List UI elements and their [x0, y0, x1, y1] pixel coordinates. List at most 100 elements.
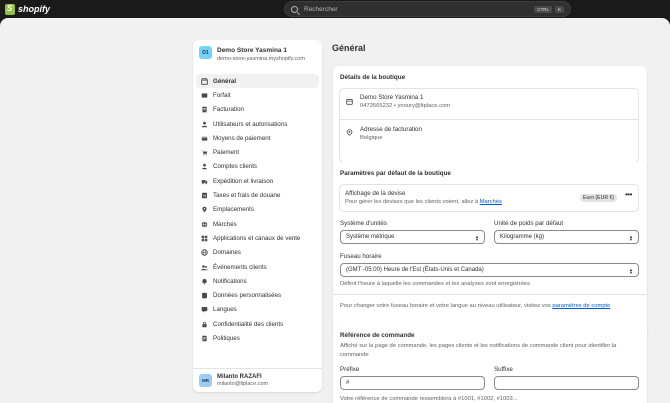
details-store-contact: 0473565232 • ynoury@ltplace.com	[360, 103, 451, 109]
sidebar-item-events[interactable]: Événements clients	[196, 260, 319, 274]
order-reference-desc: Affiché sur la page de commande, les pag…	[340, 343, 617, 358]
svg-text:%: %	[203, 194, 206, 198]
currency-title: Affichage de la devise	[345, 190, 406, 197]
order-reference-card: Référence de commande Affiché sur la pag…	[333, 324, 647, 403]
shortcut-key-k: K	[554, 5, 564, 13]
sidebar-item-label: Expédition et livraison	[213, 177, 274, 185]
sidebar-item-domain[interactable]: Domaines	[196, 246, 319, 260]
globe-icon	[201, 221, 208, 228]
sidebar-item-location[interactable]: Emplacements	[196, 203, 319, 217]
location-pin-icon	[346, 129, 353, 136]
lock-icon	[201, 321, 208, 328]
sidebar-item-label: Langues	[213, 306, 237, 314]
sidebar-item-label: Forfait	[213, 91, 231, 99]
sidebar-item-label: Général	[213, 77, 237, 85]
payment-methods-icon	[201, 135, 208, 142]
sidebar-item-globe[interactable]: Marchés	[196, 217, 319, 231]
sidebar-item-apps[interactable]: Applications et canaux de vente	[196, 231, 319, 245]
search-bar[interactable]: Rechercher CTRL K	[284, 1, 571, 17]
sidebar-item-payment-methods[interactable]: Moyens de paiement	[196, 131, 319, 145]
tax-icon: %	[201, 192, 208, 199]
account-note-row: Pour changer votre fuseau horaire et vot…	[340, 303, 610, 309]
weight-unit-select[interactable]: Kilogramme (kg) ▲ ▼	[494, 230, 639, 244]
account-settings-link[interactable]: paramètres de compte	[552, 303, 610, 309]
location-icon	[201, 206, 208, 213]
select-chevron-icon: ▲ ▼	[629, 266, 633, 275]
timezone-value: (GMT -05:00) Heure de l'Est (États-Unis …	[346, 267, 484, 273]
store-details-title: Détails de la boutique	[340, 74, 406, 81]
shopify-logo[interactable]: shopify	[5, 3, 50, 15]
store-defaults-title: Paramètres par défaut de la boutique	[340, 170, 451, 177]
store-icon	[346, 98, 353, 105]
sidebar-item-plan[interactable]: Forfait	[196, 88, 319, 102]
unit-system-value: Système métrique	[346, 234, 395, 240]
sidebar-item-label: Moyens de paiement	[213, 134, 271, 142]
details-divider	[340, 119, 638, 120]
sidebar-item-lock[interactable]: Confidentialité des clients	[196, 317, 319, 331]
more-actions-icon[interactable]: •••	[625, 190, 632, 199]
sidebar-item-label: Événements clients	[213, 263, 267, 271]
sidebar-item-language[interactable]: Langues	[196, 303, 319, 317]
settings-sidebar: D1 Demo Store Yasmina 1 demo-store-yasmi…	[193, 40, 322, 392]
timezone-select[interactable]: (GMT -05:00) Heure de l'Est (États-Unis …	[340, 263, 639, 277]
billing-address-label: Adresse de facturation	[360, 126, 422, 133]
store-url: demo-store-yasmina.myshopify.com	[217, 56, 305, 62]
sidebar-item-label: Facturation	[213, 106, 244, 114]
store-details-card: Détails de la boutique Demo Store Yasmin…	[333, 66, 647, 169]
weight-unit-value: Kilogramme (kg)	[500, 234, 545, 240]
markets-link[interactable]: Marchés	[480, 199, 502, 205]
unit-system-select[interactable]: Système métrique ▲ ▼	[340, 230, 485, 244]
currency-desc-row: Pour gérer les devises que les clients v…	[345, 199, 502, 205]
sidebar-item-users[interactable]: Utilisateurs et autorisations	[196, 117, 319, 131]
sidebar-item-cart[interactable]: Paiement	[196, 145, 319, 159]
sidebar-item-tax[interactable]: % Taxes et frais de douane	[196, 188, 319, 202]
apps-icon	[201, 235, 208, 242]
sidebar-item-data[interactable]: Données personnalisées	[196, 288, 319, 302]
customer-icon	[201, 163, 208, 170]
sidebar-item-label: Applications et canaux de vente	[213, 234, 301, 242]
sidebar-item-store[interactable]: Général	[196, 74, 319, 89]
page-title: Général	[332, 43, 366, 53]
sidebar-item-label: Utilisateurs et autorisations	[213, 120, 288, 128]
sidebar-item-label: Taxes et frais de douane	[213, 192, 281, 200]
details-store-name: Demo Store Yasmina 1	[360, 94, 424, 101]
suffix-label: Suffixe	[494, 366, 513, 373]
sidebar-item-customer[interactable]: Comptes clients	[196, 160, 319, 174]
suffix-input[interactable]	[494, 376, 639, 390]
billing-icon	[201, 106, 208, 113]
store-details-box: Demo Store Yasmina 1 0473565232 • ynoury…	[339, 88, 639, 163]
sidebar-item-policy[interactable]: Politiques	[196, 331, 319, 345]
currency-box: Affichage de la devise Pour gérer les de…	[339, 184, 639, 212]
domain-icon	[201, 249, 208, 256]
shopify-bag-icon	[5, 3, 15, 15]
sidebar-item-label: Marchés	[213, 220, 237, 228]
prefix-label: Préfixe	[340, 366, 360, 373]
user-name: Milanto RAZAFI	[217, 374, 262, 380]
sidebar-item-label: Domaines	[213, 249, 241, 257]
weight-unit-label: Unité de poids par défaut	[494, 220, 564, 227]
select-chevron-icon: ▲ ▼	[629, 233, 633, 242]
plan-icon	[201, 92, 208, 99]
prefix-input[interactable]: #	[340, 376, 485, 390]
language-icon	[201, 306, 208, 313]
billing-country: Belgique	[360, 135, 383, 141]
currency-desc: Pour gérer les devises que les clients v…	[345, 199, 479, 205]
users-icon	[201, 121, 208, 128]
brand-wordmark: shopify	[18, 4, 51, 14]
sidebar-item-label: Emplacements	[213, 206, 254, 214]
user-avatar: MR	[199, 374, 212, 387]
truck-icon	[201, 178, 208, 185]
sidebar-item-bell[interactable]: Notifications	[196, 274, 319, 288]
top-bar: shopify Rechercher CTRL K	[0, 0, 670, 18]
store-defaults-card: Paramètres par défaut de la boutique Aff…	[333, 162, 647, 335]
sidebar-item-billing[interactable]: Facturation	[196, 103, 319, 117]
user-footer[interactable]: MR Milanto RAZAFI milanto@ltplace.com	[193, 368, 322, 392]
select-chevron-icon: ▲ ▼	[475, 233, 479, 242]
store-header[interactable]: D1 Demo Store Yasmina 1 demo-store-yasmi…	[199, 46, 305, 63]
cart-icon	[201, 149, 208, 156]
sidebar-item-label: Politiques	[213, 334, 240, 342]
sidebar-item-truck[interactable]: Expédition et livraison	[196, 174, 319, 188]
timezone-help: Définit l'heure à laquelle les commandes…	[340, 281, 530, 287]
order-reference-preview: Votre référence de commande ressemblera …	[340, 396, 518, 402]
policy-icon	[201, 335, 208, 342]
